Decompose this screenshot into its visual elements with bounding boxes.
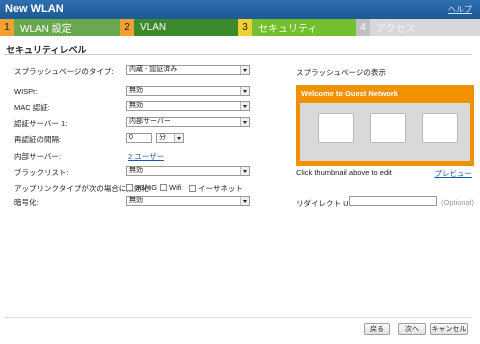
reauth-interval-input[interactable]: 0: [126, 133, 152, 143]
step-label: WLAN 設定: [20, 24, 72, 35]
encryption-select[interactable]: 無効: [126, 196, 250, 206]
wispr-select[interactable]: 無効: [126, 86, 250, 96]
next-button[interactable]: 次へ: [398, 323, 426, 335]
checkbox[interactable]: [126, 184, 133, 191]
step-label: アクセス: [376, 24, 416, 35]
internal-users-link[interactable]: 2 ユーザー: [128, 151, 164, 162]
mac-auth-label: MAC 認証:: [14, 103, 50, 112]
checkbox[interactable]: [160, 184, 167, 191]
step-wlan-settings[interactable]: 1 WLAN 設定: [0, 19, 120, 36]
splash-preview-label: スプラッシュページの表示: [296, 68, 386, 77]
checkbox[interactable]: [189, 185, 196, 192]
step-number: 2: [120, 19, 134, 36]
divider: [4, 54, 472, 55]
chevron-down-icon: [240, 118, 249, 126]
option-label: 3G/4G: [135, 183, 158, 192]
uplink-option-ethernet[interactable]: イーサネット: [189, 183, 243, 194]
help-link[interactable]: ヘルプ: [448, 4, 472, 15]
chevron-down-icon: [240, 197, 249, 205]
auth-server-select[interactable]: 内部サーバー: [126, 117, 250, 127]
preview-link[interactable]: プレビュー: [435, 168, 473, 179]
window-titlebar: New WLAN ヘルプ: [0, 0, 480, 19]
encryption-label: 暗号化:: [14, 198, 39, 207]
divider: [4, 317, 472, 318]
step-vlan[interactable]: 2 VLAN: [120, 19, 238, 36]
encryption-value: 無効: [129, 197, 143, 204]
auth-server-label: 認証サーバー 1:: [14, 119, 68, 128]
thumbnail-hint: Click thumbnail above to edit: [296, 168, 392, 177]
step-number: 1: [0, 19, 14, 36]
step-label: セキュリティ: [258, 24, 318, 35]
option-label: イーサネット: [198, 184, 243, 193]
window-title: New WLAN: [5, 3, 64, 15]
reauth-unit-select[interactable]: 分: [156, 133, 184, 143]
step-number: 3: [238, 19, 252, 36]
auth-server-value: 内部サーバー: [129, 118, 171, 125]
redirect-optional-hint: (Optional): [441, 198, 474, 207]
splash-thumbnail[interactable]: Welcome to Guest Network: [296, 85, 474, 166]
thumbnail-card: [370, 113, 406, 143]
internal-server-label: 内部サーバー:: [14, 152, 62, 161]
thumbnail-card: [318, 113, 354, 143]
splash-thumbnail-body: [300, 103, 470, 161]
reauth-label: 再認証の間隔:: [14, 135, 62, 144]
back-button[interactable]: 戻る: [364, 323, 390, 335]
blacklist-value: 無効: [129, 167, 143, 174]
mac-auth-value: 無効: [129, 102, 143, 109]
step-number: 4: [356, 19, 370, 36]
splash-type-label: スプラッシュページのタイプ:: [14, 67, 114, 76]
option-label: Wifi: [169, 183, 182, 192]
step-security[interactable]: 3 セキュリティ: [238, 19, 356, 36]
chevron-down-icon: [240, 167, 249, 175]
blacklist-select[interactable]: 無効: [126, 166, 250, 176]
wizard-steps: 1 WLAN 設定 2 VLAN 3 セキュリティ 4 アクセス: [0, 19, 480, 36]
step-access[interactable]: 4 アクセス: [356, 19, 480, 36]
redirect-url-input[interactable]: [349, 196, 437, 206]
splash-header: Welcome to Guest Network: [301, 89, 398, 98]
wispr-label: WISPr:: [14, 87, 38, 96]
uplink-option-3g4g[interactable]: 3G/4G: [126, 183, 157, 192]
blacklist-label: ブラックリスト:: [14, 168, 69, 177]
reauth-value: 0: [129, 134, 133, 141]
reauth-unit-value: 分: [159, 134, 166, 141]
wispr-value: 無効: [129, 87, 143, 94]
thumbnail-card: [422, 113, 458, 143]
uplink-option-wifi[interactable]: Wifi: [160, 183, 182, 192]
splash-type-select[interactable]: 内蔵 - 認証済み: [126, 65, 250, 75]
chevron-down-icon: [240, 102, 249, 110]
chevron-down-icon: [240, 66, 249, 74]
step-label: VLAN: [140, 22, 167, 33]
splash-type-value: 内蔵 - 認証済み: [129, 66, 178, 73]
chevron-down-icon: [174, 134, 183, 142]
mac-auth-select[interactable]: 無効: [126, 101, 250, 111]
cancel-button[interactable]: キャンセル: [430, 323, 468, 335]
chevron-down-icon: [240, 87, 249, 95]
